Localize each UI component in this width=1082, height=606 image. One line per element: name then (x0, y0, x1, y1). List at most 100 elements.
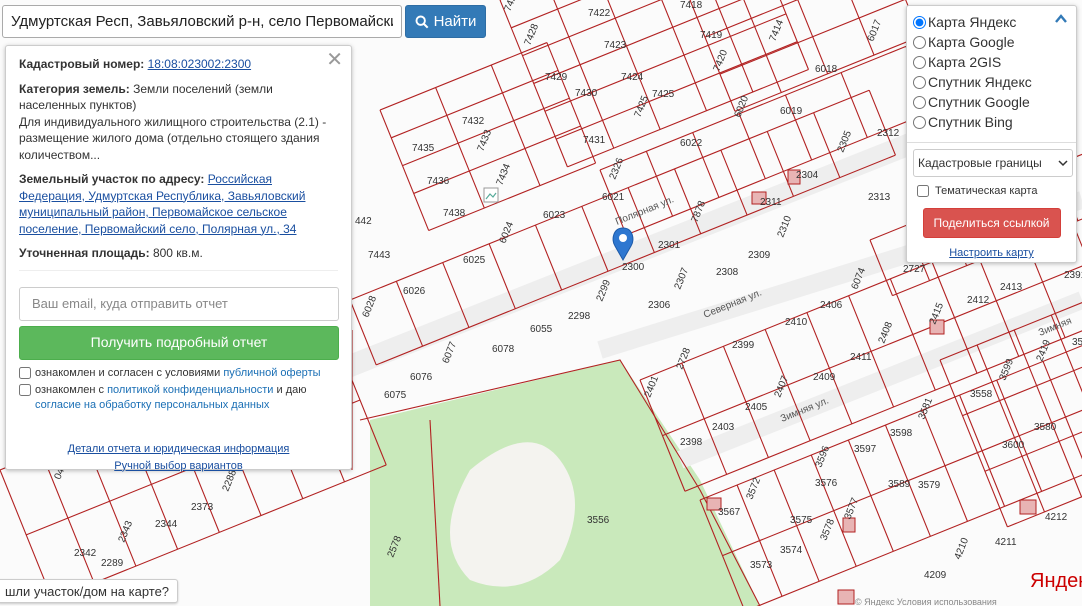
parcel-number-label: 2309 (748, 250, 771, 261)
boundary-select[interactable]: Кадастровые границы (913, 149, 1073, 177)
layer-radio[interactable] (913, 75, 926, 89)
layer-option-label: Спутник Google (928, 94, 1030, 110)
parcel-number-label: 2410 (785, 317, 808, 328)
parcel-number-label: 7436 (427, 176, 450, 187)
boundary-select-value: Кадастровые границы (918, 156, 1042, 170)
parcel-number-label: 3558 (970, 389, 993, 400)
parcel-number-label: 442 (355, 216, 372, 227)
close-icon[interactable]: ✕ (326, 50, 343, 70)
parcel-number-label: 7425 (652, 89, 675, 100)
chevron-up-icon[interactable] (1055, 13, 1067, 25)
layer-option[interactable]: Карта 2GIS (913, 52, 1070, 72)
layer-option-label: Карта Яндекс (928, 14, 1017, 30)
parcel-number-label: 2409 (813, 372, 836, 383)
cadastral-row: Кадастровый номер: 18:08:023002:2300 (19, 56, 338, 73)
panel-links: Детали отчета и юридическая информация Р… (19, 441, 338, 475)
parcel-number-label: 6026 (403, 286, 426, 297)
parcel-number-label: 6078 (492, 344, 515, 355)
offer-checkbox[interactable] (19, 366, 31, 379)
area-label: Уточненная площадь: (19, 246, 150, 260)
parcel-number-label: 7438 (443, 208, 466, 219)
layer-option-label: Карта 2GIS (928, 54, 1002, 70)
parcel-number-label: 2403 (712, 422, 735, 433)
parcel-number-label: 6018 (815, 64, 838, 75)
parcel-number-label: 4212 (1045, 512, 1068, 523)
divider (907, 142, 1076, 143)
category-row: Категория земель: Земли поселений (земли… (19, 81, 338, 114)
parcel-number-label: 7424 (621, 72, 644, 83)
parcel-number-label: 2308 (716, 267, 739, 278)
layer-option[interactable]: Карта Яндекс (913, 12, 1070, 32)
get-report-button[interactable]: Получить подробный отчет (19, 325, 339, 360)
layer-radio[interactable] (913, 95, 926, 109)
layer-radio[interactable] (913, 115, 926, 129)
address-search-input[interactable] (2, 5, 402, 38)
parcel-number-label: 3597 (854, 444, 877, 455)
parcel-number-label: 7430 (575, 88, 598, 99)
layer-radio[interactable] (913, 15, 926, 29)
parcel-number-label: 3589 (888, 479, 911, 490)
usage-text: Для индивидуального жилищного строительс… (19, 114, 327, 162)
parcel-number-label: 4209 (924, 570, 947, 581)
privacy-checkbox[interactable] (19, 383, 31, 396)
layer-radio[interactable] (913, 35, 926, 49)
parcel-number-label: 3556 (587, 515, 610, 526)
parcel-number-label: 6025 (463, 255, 486, 266)
manual-selection-link[interactable]: Ручной выбор вариантов (19, 458, 338, 475)
layer-option[interactable]: Спутник Bing (913, 112, 1070, 132)
parcel-number-label: 7422 (588, 8, 611, 19)
parcel-number-label: 7423 (604, 40, 627, 51)
privacy-agreement-row: ознакомлен с политикой конфиденциальност… (19, 383, 338, 413)
parcel-number-label: 3575 (790, 515, 813, 526)
configure-map-link[interactable]: Настроить карту (913, 247, 1070, 259)
parcel-number-label: 2411 (850, 352, 872, 363)
parcel-number-label: 2289 (101, 558, 124, 569)
cadastral-label: Кадастровый номер: (19, 57, 145, 71)
offer-link[interactable]: публичной оферты (223, 367, 320, 379)
privacy-link[interactable]: политикой конфиденциальности (107, 384, 273, 396)
details-link[interactable]: Детали отчета и юридическая информация (19, 441, 338, 458)
map-copyright[interactable]: © Яндекс Условия использования (855, 597, 997, 606)
layer-option[interactable]: Карта Google (913, 32, 1070, 52)
parcel-number-label: 3600 (1002, 440, 1025, 451)
parcel-number-label: 7443 (368, 250, 391, 261)
parcel-number-label: 2399 (732, 340, 755, 351)
parcel-number-label: 7419 (700, 30, 723, 41)
layer-options: Карта Яндекс Карта Google Карта 2GIS Спутни… (913, 12, 1070, 132)
layer-panel: Карта Яндекс Карта Google Карта 2GIS Спутни… (906, 5, 1077, 263)
share-link-button[interactable]: Поделиться ссылкой (922, 208, 1061, 238)
parcel-number-label: 3579 (918, 480, 941, 491)
parcel-number-label: 3567 (718, 507, 741, 518)
privacy-text: ознакомлен с (35, 383, 105, 396)
cadastral-number-link[interactable]: 18:08:023002:2300 (148, 57, 251, 71)
search-button[interactable]: Найти (405, 5, 486, 38)
parcel-number-label: 6055 (530, 324, 553, 335)
parcel-number-label: 3576 (815, 478, 838, 489)
layer-option[interactable]: Спутник Google (913, 92, 1070, 112)
parcel-number-label: 7418 (680, 0, 703, 11)
email-input[interactable] (19, 286, 339, 321)
found-parcel-button[interactable]: шли участок/дом на карте? (0, 579, 179, 603)
consent-link[interactable]: согласие на обработку персональных данны… (35, 399, 269, 411)
layer-option[interactable]: Спутник Яндекс (913, 72, 1070, 92)
parcel-number-label: 3574 (780, 545, 803, 556)
divider (19, 269, 338, 271)
layer-option-label: Спутник Яндекс (928, 74, 1032, 90)
parcel-number-label: 7432 (462, 116, 485, 127)
address-label: Земельный участок по адресу: (19, 172, 205, 186)
search-bar (2, 5, 402, 38)
search-icon (415, 15, 429, 28)
parcel-number-label: 2412 (967, 295, 990, 306)
chevron-down-icon (1058, 160, 1068, 167)
parcel-number-label: 2300 (622, 262, 645, 273)
parcel-info-panel: ✕ Кадастровый номер: 18:08:023002:2300 К… (5, 45, 352, 472)
parcel-number-label: 2405 (745, 402, 768, 413)
parcel-number-label: 6075 (384, 390, 407, 401)
parcel-number-label: 3557 (1072, 337, 1082, 348)
privacy-tail: и даю (276, 383, 307, 396)
parcel-number-label: 6023 (543, 210, 566, 221)
parcel-number-label: 2304 (796, 170, 819, 181)
layer-radio[interactable] (913, 55, 926, 69)
thematic-checkbox[interactable] (917, 185, 929, 197)
parcel-number-label: 6022 (680, 138, 703, 149)
